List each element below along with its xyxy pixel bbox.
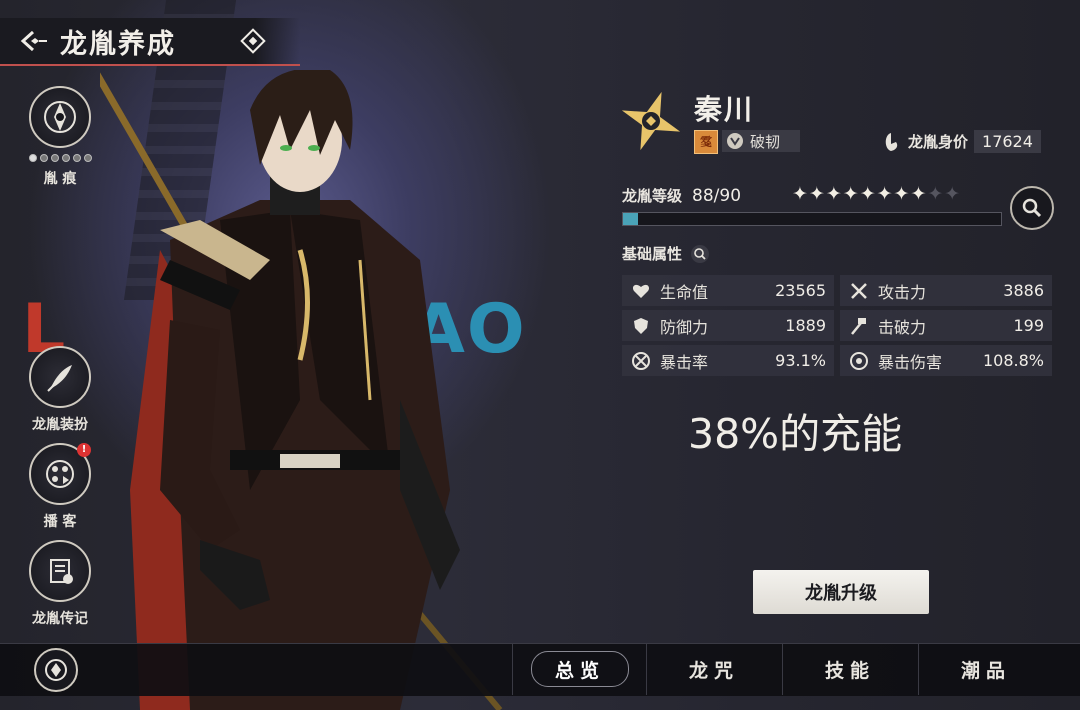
back-arrow-icon: [20, 30, 47, 52]
menu-label: 胤 痕: [43, 171, 77, 187]
swords-icon: [848, 280, 870, 302]
menu-label: 龙胤装扮: [32, 417, 88, 433]
tab-label: 技能: [824, 659, 875, 682]
home-button[interactable]: [34, 648, 78, 692]
crit-icon: [630, 350, 652, 372]
magnifier-icon[interactable]: [690, 244, 710, 264]
stat-value: 1889: [785, 316, 826, 335]
character-name: 秦川: [694, 93, 755, 126]
star-rating: ✦ ✦ ✦ ✦ ✦ ✦ ✦ ✦ ✦ ✦: [792, 183, 960, 205]
stat-name: 暴击率: [660, 352, 709, 372]
star-filled-icon: ✦: [808, 183, 825, 205]
progress-dot: [61, 154, 70, 162]
level-row: 龙胤等级 88/90: [622, 185, 741, 206]
menu-yinhen[interactable]: 胤 痕: [24, 86, 96, 188]
progress-dot: [28, 154, 37, 162]
stat-value: 23565: [775, 281, 826, 300]
stat-name: 防御力: [660, 317, 709, 337]
tab-dragon-curse[interactable]: 龙咒: [646, 643, 781, 695]
tab-overview[interactable]: 总览: [512, 643, 647, 695]
star-filled-icon: ✦: [876, 183, 893, 205]
star-filled-icon: ✦: [893, 183, 910, 205]
stat-defense: 防御力 1889: [622, 310, 834, 341]
price-label: 龙胤身价: [908, 133, 969, 151]
progress-dot: [50, 154, 59, 162]
charge-overlay-text: 38%的充能: [688, 410, 903, 458]
back-button[interactable]: [14, 21, 54, 61]
tab-skills[interactable]: 技能: [782, 643, 917, 695]
price-display: 龙胤身价 17624: [880, 130, 1041, 153]
tab-label: 龙咒: [688, 659, 739, 682]
level-detail-button[interactable]: [1010, 186, 1054, 230]
feather-icon: [47, 365, 72, 392]
star-filled-icon: ✦: [842, 183, 859, 205]
basic-attributes-header: 基础属性: [622, 243, 710, 264]
breakthrough-icon: [727, 133, 743, 149]
stat-value: 93.1%: [775, 351, 826, 370]
attribute-tag: 破韧: [722, 130, 800, 152]
page-title: 龙胤养成: [60, 28, 176, 60]
stats-grid: 生命值 23565 攻击力 3886 防御力 1889 击破力 199 暴击率 …: [622, 275, 1052, 376]
stat-attack: 攻击力 3886: [840, 275, 1052, 306]
level-label: 龙胤等级: [622, 187, 683, 205]
yinhen-progress-dots: [24, 154, 96, 162]
upgrade-button[interactable]: 龙胤升级: [753, 570, 929, 614]
menu-label: 龙胤传记: [32, 611, 88, 627]
basic-attributes-label: 基础属性: [622, 245, 683, 263]
shield-icon: [630, 315, 652, 337]
price-value: 17624: [974, 130, 1041, 153]
menu-podcast[interactable]: ! 播 客: [24, 443, 96, 531]
stat-name: 生命值: [660, 282, 709, 302]
progress-dot: [83, 154, 92, 162]
stat-crit-damage: 暴击伤害 108.8%: [840, 345, 1052, 376]
level-value: 88/90: [692, 185, 742, 206]
menu-diamond-button[interactable]: [240, 28, 266, 54]
notification-badge: !: [77, 443, 91, 457]
film-reel-icon: [46, 460, 74, 488]
stat-hp: 生命值 23565: [622, 275, 834, 306]
yinhen-emblem: [29, 86, 91, 148]
stat-name: 暴击伤害: [878, 352, 943, 372]
eye-target-icon: [848, 350, 870, 372]
active-tab-indicator: [531, 651, 629, 687]
menu-outfit[interactable]: 龙胤装扮: [24, 346, 96, 434]
star-filled-icon: ✦: [910, 183, 927, 205]
attribute-tag-label: 破韧: [750, 132, 781, 151]
level-progress-fill: [623, 213, 639, 225]
progress-dot: [39, 154, 48, 162]
heart-icon: [630, 280, 652, 302]
hammer-icon: [848, 315, 870, 337]
stat-break: 击破力 199: [840, 310, 1052, 341]
star-filled-icon: ✦: [792, 183, 808, 205]
outfit-button-circle: [29, 346, 91, 408]
stat-name: 击破力: [878, 317, 927, 337]
menu-label: 播 客: [43, 514, 77, 530]
stat-value: 199: [1013, 316, 1044, 335]
dragon-coin-icon: [885, 132, 898, 151]
home-emblem-icon: [45, 659, 67, 681]
stat-value: 3886: [1003, 281, 1044, 300]
menu-biography[interactable]: 龙胤传记: [24, 540, 96, 628]
stat-crit-rate: 暴击率 93.1%: [622, 345, 834, 376]
magnifier-icon: [1022, 198, 1042, 218]
progress-dot: [72, 154, 81, 162]
seal-badge: 𩃔: [694, 130, 718, 154]
stat-name: 攻击力: [878, 282, 927, 302]
podcast-button-circle: !: [29, 443, 91, 505]
star-filled-icon: ✦: [859, 183, 876, 205]
diamond-icon: [240, 28, 266, 54]
stat-value: 108.8%: [982, 351, 1044, 370]
tab-fashion[interactable]: 潮品: [918, 643, 1053, 695]
character-portrait: [100, 70, 503, 710]
star-filled-icon: ✦: [825, 183, 842, 205]
element-star-emblem-icon: [621, 91, 681, 151]
yinhen-icon: [44, 101, 76, 133]
star-empty-icon: ✦: [927, 183, 944, 205]
biography-button-circle: [29, 540, 91, 602]
tab-label: 潮品: [960, 659, 1011, 682]
book-icon: [50, 559, 73, 584]
star-empty-icon: ✦: [944, 183, 961, 205]
level-progress-bar: [622, 212, 1002, 226]
page-header: 龙胤养成: [0, 18, 300, 66]
